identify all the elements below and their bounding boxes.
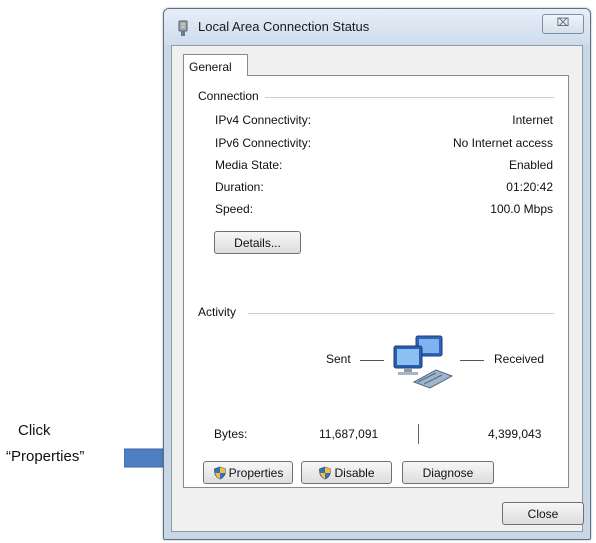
received-line	[460, 360, 484, 361]
ipv4-row: IPv4 Connectivity: Internet	[215, 113, 553, 129]
connection-heading: Connection	[198, 89, 265, 103]
bytes-received-value: 4,399,043	[488, 427, 542, 441]
speed-row: Speed: 100.0 Mbps	[215, 202, 553, 218]
network-computers-icon	[393, 335, 454, 389]
title-bar[interactable]: Local Area Connection Status ⌧	[164, 9, 590, 45]
bytes-label: Bytes:	[214, 427, 248, 441]
window-title: Local Area Connection Status	[198, 19, 370, 34]
uac-shield-icon	[319, 466, 332, 479]
media-state-row: Media State: Enabled	[215, 158, 553, 174]
ipv6-value: No Internet access	[452, 136, 553, 150]
title-close-button[interactable]: ⌧	[542, 14, 584, 34]
speed-label: Speed:	[215, 202, 254, 216]
duration-value: 01:20:42	[506, 180, 553, 194]
general-tab-panel: Connection IPv4 Connectivity: Internet I…	[183, 75, 569, 488]
diagnose-button-label: Diagnose	[422, 465, 474, 480]
bytes-separator	[418, 424, 419, 444]
tab-general[interactable]: General	[183, 54, 248, 76]
ipv6-label: IPv6 Connectivity:	[215, 136, 312, 150]
disable-button-label: Disable	[334, 465, 375, 480]
close-button[interactable]: Close	[502, 502, 584, 525]
ipv4-label: IPv4 Connectivity:	[215, 113, 312, 127]
activity-divider	[248, 313, 554, 314]
connection-status-window: Local Area Connection Status ⌧ General C…	[163, 8, 591, 540]
sent-line	[360, 360, 384, 361]
connection-divider	[264, 97, 554, 98]
disable-button[interactable]: Disable	[301, 461, 392, 484]
uac-shield-icon	[213, 466, 226, 479]
close-icon: ⌧	[556, 17, 570, 29]
duration-label: Duration:	[215, 180, 264, 194]
sent-label: Sent	[326, 352, 351, 366]
details-button-label: Details...	[234, 235, 281, 250]
media-state-value: Enabled	[508, 158, 553, 172]
network-adapter-icon	[178, 20, 188, 36]
received-label: Received	[494, 352, 545, 366]
annotation-click-text: Click	[18, 422, 51, 439]
diagnose-button[interactable]: Diagnose	[402, 461, 494, 484]
bytes-sent-value: 11,687,091	[319, 427, 379, 441]
activity-heading: Activity	[198, 305, 243, 319]
annotation-properties-text: “Properties”	[6, 448, 85, 465]
ipv6-row: IPv6 Connectivity: No Internet access	[215, 136, 553, 152]
properties-button-label: Properties	[228, 465, 284, 480]
details-button[interactable]: Details...	[214, 231, 301, 254]
media-state-label: Media State:	[215, 158, 283, 172]
dialog-client-area: General Connection IPv4 Connectivity: In…	[171, 45, 584, 532]
properties-button[interactable]: Properties	[203, 461, 293, 484]
close-button-label: Close	[527, 506, 559, 521]
duration-row: Duration: 01:20:42	[215, 180, 553, 196]
speed-value: 100.0 Mbps	[490, 202, 553, 216]
ipv4-value: Internet	[512, 113, 553, 127]
